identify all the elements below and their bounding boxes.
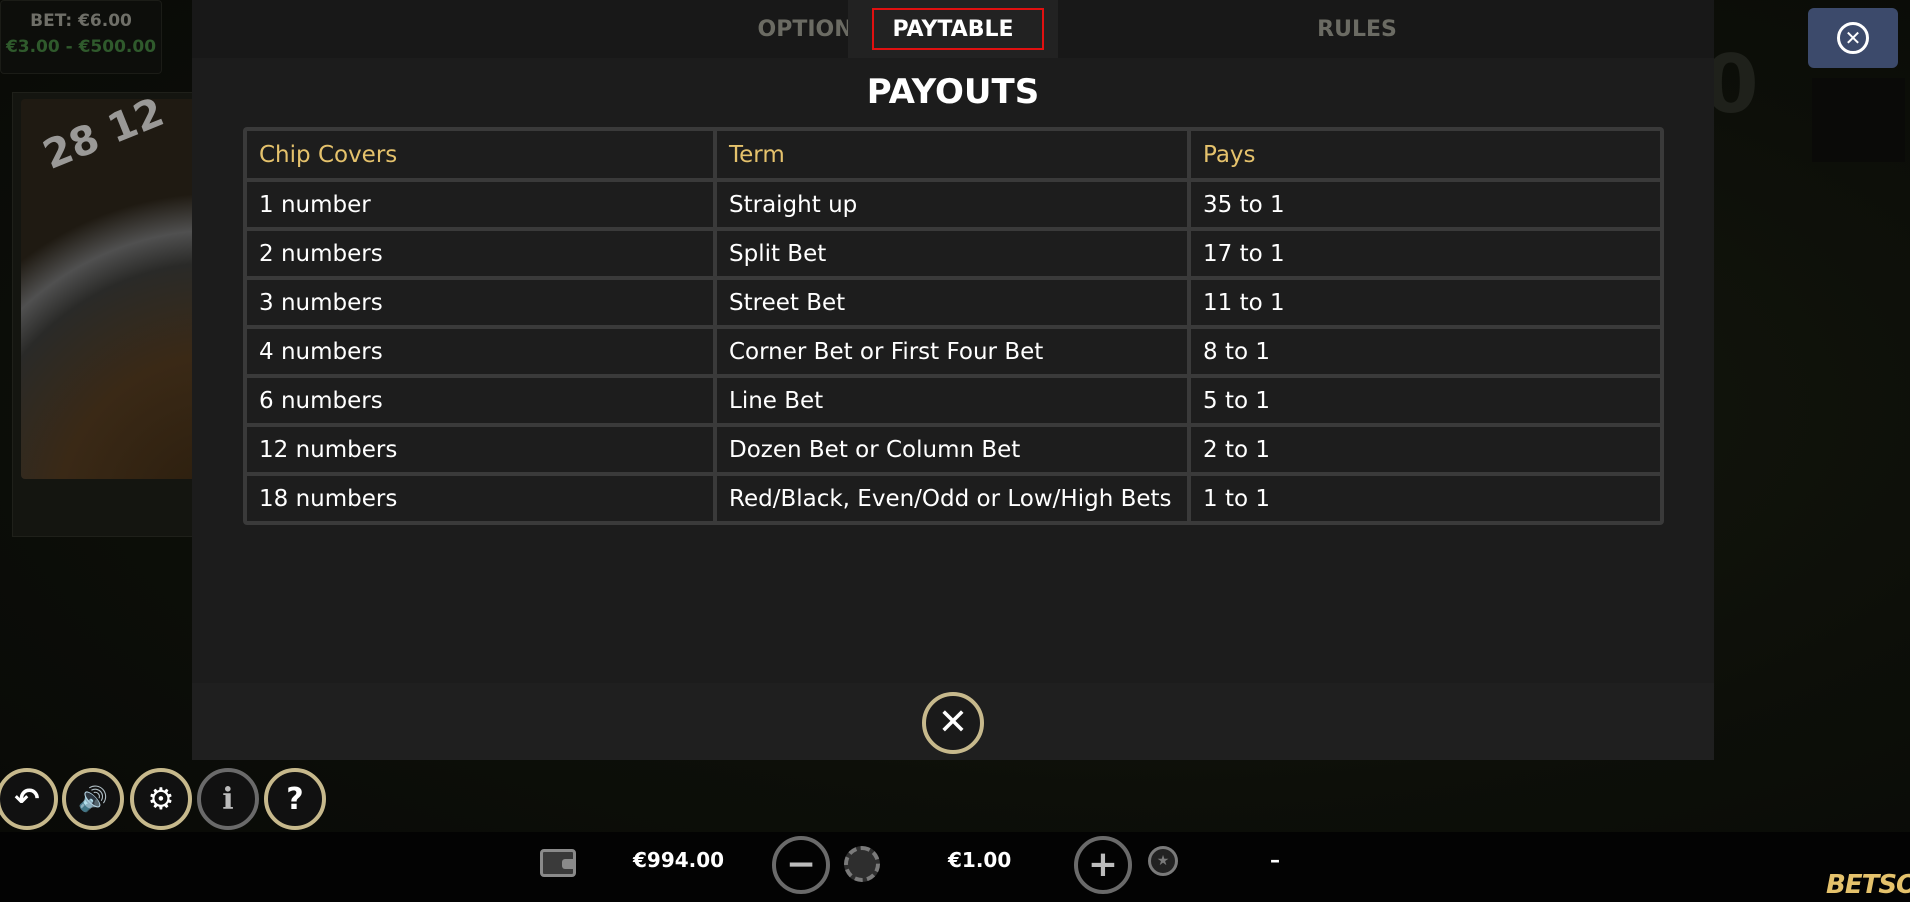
table-row: 6 numbers Line Bet 5 to 1 xyxy=(247,378,1660,423)
speaker-icon: 🔊 xyxy=(78,785,108,813)
cell-term: Straight up xyxy=(717,182,1187,227)
cell-pays: 11 to 1 xyxy=(1191,280,1660,325)
bet-value: €1.00 xyxy=(948,848,1012,872)
plus-icon: + xyxy=(1087,844,1119,885)
cell-term: Red/Black, Even/Odd or Low/High Bets xyxy=(717,476,1187,521)
cell-chip-covers: 18 numbers xyxy=(247,476,713,521)
win-value: – xyxy=(1270,848,1280,872)
cell-term: Split Bet xyxy=(717,231,1187,276)
cell-pays: 2 to 1 xyxy=(1191,427,1660,472)
bet-info-panel: BET: €6.00 €3.00 - €500.00 xyxy=(0,0,162,74)
game-controls: ↶ 🔊 ⚙ i ? xyxy=(0,768,340,832)
close-modal-top-button[interactable]: ✕ xyxy=(1808,8,1898,68)
active-tab-highlight xyxy=(872,8,1044,50)
table-row: 12 numbers Dozen Bet or Column Bet 2 to … xyxy=(247,427,1660,472)
table-row: 1 number Straight up 35 to 1 xyxy=(247,182,1660,227)
chip-icon xyxy=(844,846,880,882)
tab-paytable[interactable]: PAYTABLE xyxy=(848,0,1058,58)
cell-chip-covers: 6 numbers xyxy=(247,378,713,423)
brand-logo: BETSOFT xyxy=(1826,870,1910,900)
minus-icon: − xyxy=(785,844,817,885)
back-icon: ↶ xyxy=(14,781,40,817)
cell-term: Street Bet xyxy=(717,280,1187,325)
cell-chip-covers: 3 numbers xyxy=(247,280,713,325)
header-chip-covers: Chip Covers xyxy=(247,131,713,178)
table-row: 4 numbers Corner Bet or First Four Bet 8… xyxy=(247,329,1660,374)
bet-label: BET: €6.00 xyxy=(30,11,132,31)
modal-tabs: OPTIONS PAYTABLE RULES xyxy=(192,0,1714,58)
cell-chip-covers: 4 numbers xyxy=(247,329,713,374)
header-term: Term xyxy=(717,131,1187,178)
table-row: 3 numbers Street Bet 11 to 1 xyxy=(247,280,1660,325)
info-icon: i xyxy=(222,781,234,817)
roulette-wheel-panel: 28 12 xyxy=(12,89,201,537)
settings-button[interactable]: ⚙ xyxy=(130,768,192,830)
info-button[interactable]: i xyxy=(197,768,259,830)
result-display xyxy=(1812,78,1905,162)
cell-pays: 17 to 1 xyxy=(1191,231,1660,276)
roulette-wheel: 28 12 xyxy=(21,89,201,479)
award-icon: ★ xyxy=(1148,846,1180,880)
increase-bet-button[interactable]: + xyxy=(1074,836,1132,894)
help-icon: ? xyxy=(286,781,304,817)
help-button[interactable]: ? xyxy=(264,768,326,830)
bet-limits: €3.00 - €500.00 xyxy=(5,37,157,57)
cell-pays: 8 to 1 xyxy=(1191,329,1660,374)
gear-icon: ⚙ xyxy=(147,781,175,817)
cell-pays: 5 to 1 xyxy=(1191,378,1660,423)
close-modal-bottom-button[interactable]: ✕ xyxy=(922,692,984,754)
back-button[interactable]: ↶ xyxy=(0,768,58,830)
header-pays: Pays xyxy=(1191,131,1660,178)
cell-pays: 35 to 1 xyxy=(1191,182,1660,227)
table-header-row: Chip Covers Term Pays xyxy=(247,131,1660,178)
cell-pays: 1 to 1 xyxy=(1191,476,1660,521)
cell-chip-covers: 1 number xyxy=(247,182,713,227)
page-title: PAYOUTS xyxy=(866,72,1040,112)
payout-table: Chip Covers Term Pays 1 number Straight … xyxy=(243,127,1664,525)
table-row: 18 numbers Red/Black, Even/Odd or Low/Hi… xyxy=(247,476,1660,521)
decrease-bet-button[interactable]: − xyxy=(772,836,830,894)
close-icon: ✕ xyxy=(1837,22,1869,54)
cell-chip-covers: 2 numbers xyxy=(247,231,713,276)
cell-term: Line Bet xyxy=(717,378,1187,423)
close-icon: ✕ xyxy=(937,702,969,743)
cell-chip-covers: 12 numbers xyxy=(247,427,713,472)
wallet-icon xyxy=(540,849,576,877)
wheel-numbers: 28 12 xyxy=(36,89,171,179)
cell-term: Dozen Bet or Column Bet xyxy=(717,427,1187,472)
sound-button[interactable]: 🔊 xyxy=(62,768,124,830)
table-row: 2 numbers Split Bet 17 to 1 xyxy=(247,231,1660,276)
tab-rules-label: RULES xyxy=(1317,16,1397,42)
balance-value: €994.00 xyxy=(633,848,725,872)
paytable-modal: OPTIONS PAYTABLE RULES PAYOUTS Chip Cove… xyxy=(192,0,1714,760)
cell-term: Corner Bet or First Four Bet xyxy=(717,329,1187,374)
tab-rules[interactable]: RULES xyxy=(1252,0,1462,58)
